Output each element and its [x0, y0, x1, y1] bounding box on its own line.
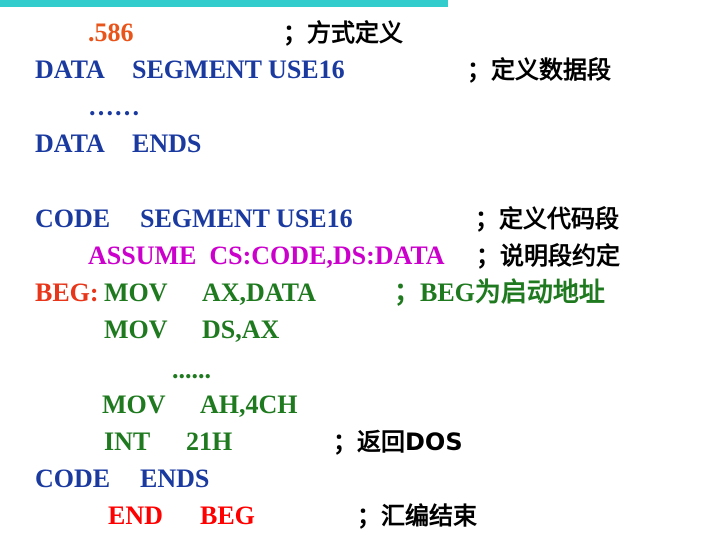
data-ellipsis: ……	[88, 92, 140, 121]
comment-assembly-end: ；汇编结束	[357, 502, 477, 530]
code-segment-name: CODE	[35, 204, 111, 233]
mov-instruction-3: MOV	[102, 390, 166, 419]
beg-label: BEG:	[35, 278, 99, 307]
code-ends-keyword: ENDS	[140, 464, 210, 493]
comment-return-dos: ；返回DOS	[333, 428, 463, 456]
comment-beg-start-address: ；BEG为启动地址	[394, 278, 605, 307]
comment-segment-convention: ；说明段约定	[476, 242, 620, 270]
code-segment-keyword: SEGMENT USE16	[140, 204, 353, 233]
assume-directive: ASSUME CS:CODE,DS:DATA	[88, 241, 445, 270]
comment-define-code-segment: ；定义代码段	[475, 205, 619, 233]
mov-instruction-2: MOV	[104, 315, 168, 344]
int-instruction: INT	[104, 427, 151, 456]
data-segment-name: DATA	[35, 55, 105, 84]
data-ends-name: DATA	[35, 129, 105, 158]
mov-instruction-1: MOV	[104, 278, 168, 307]
code-ends-name: CODE	[35, 464, 111, 493]
top-accent-bar	[0, 0, 448, 7]
code-ellipsis: ......	[172, 355, 211, 384]
mov-operands-3: AH,4CH	[200, 390, 298, 419]
data-ends-keyword: ENDS	[132, 129, 202, 158]
mov-operands-2: DS,AX	[202, 315, 280, 344]
directive-586: .586	[88, 18, 134, 47]
int-operand: 21H	[186, 427, 233, 456]
comment-mode-definition: ；方式定义	[283, 19, 403, 47]
mov-operands-1: AX,DATA	[202, 278, 316, 307]
end-operand: BEG	[200, 501, 255, 530]
data-segment-keyword: SEGMENT USE16	[132, 55, 345, 84]
comment-define-data-segment: ；定义数据段	[467, 56, 611, 84]
end-directive: END	[108, 501, 163, 530]
